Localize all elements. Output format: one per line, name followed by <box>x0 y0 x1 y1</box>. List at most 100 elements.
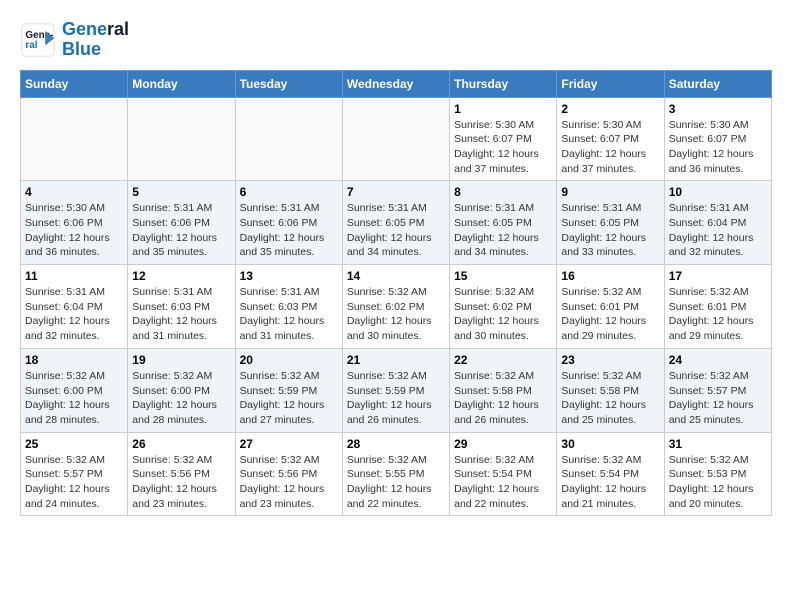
logo-icon: Gene- ral <box>20 22 56 58</box>
day-info: Sunrise: 5:32 AM Sunset: 5:54 PM Dayligh… <box>561 453 659 512</box>
day-number: 29 <box>454 437 552 451</box>
week-row-3: 11Sunrise: 5:31 AM Sunset: 6:04 PM Dayli… <box>21 265 772 349</box>
day-cell: 21 Sunrise: 5:32 AM Sunset: 5:59 PM Dayli… <box>342 348 449 432</box>
day-info: Sunrise: 5:31 AM Sunset: 6:06 PM Dayligh… <box>132 201 230 260</box>
day-header-saturday: Saturday <box>664 70 771 97</box>
day-number: 21 <box>347 353 445 367</box>
calendar-header-row: SundayMondayTuesdayWednesdayThursdayFrid… <box>21 70 772 97</box>
day-number: 9 <box>561 185 659 199</box>
day-info: Sunrise: 5:32 AM Sunset: 5:58 PM Dayligh… <box>561 369 659 428</box>
day-cell: 24Sunrise: 5:32 AM Sunset: 5:57 PM Dayli… <box>664 348 771 432</box>
day-header-wednesday: Wednesday <box>342 70 449 97</box>
day-info: Sunrise: 5:32 AM Sunset: 6:01 PM Dayligh… <box>561 285 659 344</box>
day-cell: 5 Sunrise: 5:31 AM Sunset: 6:06 PM Daylig… <box>128 181 235 265</box>
day-number: 30 <box>561 437 659 451</box>
day-info: Sunrise: 5:32 AM Sunset: 5:53 PM Dayligh… <box>669 453 767 512</box>
day-info: Sunrise: 5:32 AM Sunset: 5:56 PM Dayligh… <box>132 453 230 512</box>
day-cell: 15 Sunrise: 5:32 AM Sunset: 6:02 PM Dayli… <box>450 265 557 349</box>
day-number: 31 <box>669 437 767 451</box>
day-number: 8 <box>454 185 552 199</box>
day-cell: 8 Sunrise: 5:31 AM Sunset: 6:05 PM Daylig… <box>450 181 557 265</box>
day-info: Sunrise: 5:31 AM Sunset: 6:04 PM Dayligh… <box>669 201 767 260</box>
day-info: Sunrise: 5:31 AM Sunset: 6:05 PM Dayligh… <box>347 201 445 260</box>
day-info: Sunrise: 5:31 AM Sunset: 6:03 PM Dayligh… <box>132 285 230 344</box>
day-info: Sunrise: 5:32 AM Sunset: 6:02 PM Dayligh… <box>454 285 552 344</box>
page-header: Gene- ral GeneralBlue <box>20 20 772 60</box>
day-number: 18 <box>25 353 123 367</box>
day-info: Sunrise: 5:32 AM Sunset: 6:02 PM Dayligh… <box>347 285 445 344</box>
day-info: Sunrise: 5:30 AM Sunset: 6:07 PM Dayligh… <box>454 118 552 177</box>
day-cell: 18 Sunrise: 5:32 AM Sunset: 6:00 PM Dayli… <box>21 348 128 432</box>
day-info: Sunrise: 5:32 AM Sunset: 6:00 PM Dayligh… <box>25 369 123 428</box>
day-cell: 3 Sunrise: 5:30 AM Sunset: 6:07 PM Daylig… <box>664 97 771 181</box>
day-info: Sunrise: 5:32 AM Sunset: 5:57 PM Dayligh… <box>669 369 767 428</box>
day-cell: 23 Sunrise: 5:32 AM Sunset: 5:58 PM Dayli… <box>557 348 664 432</box>
day-cell: 17 Sunrise: 5:32 AM Sunset: 6:01 PM Dayli… <box>664 265 771 349</box>
day-cell: 9 Sunrise: 5:31 AM Sunset: 6:05 PM Daylig… <box>557 181 664 265</box>
day-number: 10 <box>669 185 767 199</box>
day-info: Sunrise: 5:31 AM Sunset: 6:04 PM Dayligh… <box>25 285 123 344</box>
day-cell: 10 Sunrise: 5:31 AM Sunset: 6:04 PM Dayli… <box>664 181 771 265</box>
day-info: Sunrise: 5:32 AM Sunset: 5:56 PM Dayligh… <box>240 453 338 512</box>
day-number: 13 <box>240 269 338 283</box>
day-cell: 29 Sunrise: 5:32 AM Sunset: 5:54 PM Dayli… <box>450 432 557 516</box>
day-number: 2 <box>561 102 659 116</box>
day-info: Sunrise: 5:32 AM Sunset: 5:54 PM Dayligh… <box>454 453 552 512</box>
day-number: 14 <box>347 269 445 283</box>
day-number: 15 <box>454 269 552 283</box>
day-number: 27 <box>240 437 338 451</box>
day-number: 20 <box>240 353 338 367</box>
day-number: 25 <box>25 437 123 451</box>
day-cell: 6 Sunrise: 5:31 AM Sunset: 6:06 PM Daylig… <box>235 181 342 265</box>
day-info: Sunrise: 5:30 AM Sunset: 6:07 PM Dayligh… <box>669 118 767 177</box>
day-info: Sunrise: 5:32 AM Sunset: 6:01 PM Dayligh… <box>669 285 767 344</box>
svg-text:ral: ral <box>25 40 37 51</box>
day-cell: 2 Sunrise: 5:30 AM Sunset: 6:07 PM Daylig… <box>557 97 664 181</box>
day-info: Sunrise: 5:31 AM Sunset: 6:05 PM Dayligh… <box>561 201 659 260</box>
day-cell: 30 Sunrise: 5:32 AM Sunset: 5:54 PM Dayli… <box>557 432 664 516</box>
day-number: 23 <box>561 353 659 367</box>
day-cell: 4 Sunrise: 5:30 AM Sunset: 6:06 PM Daylig… <box>21 181 128 265</box>
day-info: Sunrise: 5:32 AM Sunset: 5:59 PM Dayligh… <box>347 369 445 428</box>
day-number: 16 <box>561 269 659 283</box>
day-cell: 13Sunrise: 5:31 AM Sunset: 6:03 PM Dayli… <box>235 265 342 349</box>
day-info: Sunrise: 5:32 AM Sunset: 5:57 PM Dayligh… <box>25 453 123 512</box>
day-info: Sunrise: 5:30 AM Sunset: 6:07 PM Dayligh… <box>561 118 659 177</box>
week-row-5: 25 Sunrise: 5:32 AM Sunset: 5:57 PM Dayli… <box>21 432 772 516</box>
day-number: 1 <box>454 102 552 116</box>
day-info: Sunrise: 5:32 AM Sunset: 5:58 PM Dayligh… <box>454 369 552 428</box>
day-cell: 27 Sunrise: 5:32 AM Sunset: 5:56 PM Dayli… <box>235 432 342 516</box>
logo: Gene- ral GeneralBlue <box>20 20 129 60</box>
day-cell <box>21 97 128 181</box>
day-cell: 16 Sunrise: 5:32 AM Sunset: 6:01 PM Dayli… <box>557 265 664 349</box>
week-row-1: 1 Sunrise: 5:30 AM Sunset: 6:07 PM Daylig… <box>21 97 772 181</box>
day-number: 17 <box>669 269 767 283</box>
day-info: Sunrise: 5:32 AM Sunset: 5:59 PM Dayligh… <box>240 369 338 428</box>
day-number: 22 <box>454 353 552 367</box>
day-header-sunday: Sunday <box>21 70 128 97</box>
day-cell: 20 Sunrise: 5:32 AM Sunset: 5:59 PM Dayli… <box>235 348 342 432</box>
calendar-table: SundayMondayTuesdayWednesdayThursdayFrid… <box>20 70 772 517</box>
day-number: 5 <box>132 185 230 199</box>
day-number: 26 <box>132 437 230 451</box>
day-number: 12 <box>132 269 230 283</box>
day-info: Sunrise: 5:30 AM Sunset: 6:06 PM Dayligh… <box>25 201 123 260</box>
day-cell: 11Sunrise: 5:31 AM Sunset: 6:04 PM Dayli… <box>21 265 128 349</box>
day-cell: 26 Sunrise: 5:32 AM Sunset: 5:56 PM Dayli… <box>128 432 235 516</box>
day-cell: 12 Sunrise: 5:31 AM Sunset: 6:03 PM Dayli… <box>128 265 235 349</box>
day-info: Sunrise: 5:31 AM Sunset: 6:05 PM Dayligh… <box>454 201 552 260</box>
day-number: 6 <box>240 185 338 199</box>
day-cell: 14 Sunrise: 5:32 AM Sunset: 6:02 PM Dayli… <box>342 265 449 349</box>
day-cell: 1 Sunrise: 5:30 AM Sunset: 6:07 PM Daylig… <box>450 97 557 181</box>
day-info: Sunrise: 5:32 AM Sunset: 6:00 PM Dayligh… <box>132 369 230 428</box>
day-info: Sunrise: 5:32 AM Sunset: 5:55 PM Dayligh… <box>347 453 445 512</box>
week-row-2: 4 Sunrise: 5:30 AM Sunset: 6:06 PM Daylig… <box>21 181 772 265</box>
day-cell: 31 Sunrise: 5:32 AM Sunset: 5:53 PM Dayli… <box>664 432 771 516</box>
day-number: 3 <box>669 102 767 116</box>
day-number: 28 <box>347 437 445 451</box>
day-info: Sunrise: 5:31 AM Sunset: 6:06 PM Dayligh… <box>240 201 338 260</box>
day-cell: 22 Sunrise: 5:32 AM Sunset: 5:58 PM Dayli… <box>450 348 557 432</box>
day-header-monday: Monday <box>128 70 235 97</box>
day-number: 4 <box>25 185 123 199</box>
day-cell <box>342 97 449 181</box>
